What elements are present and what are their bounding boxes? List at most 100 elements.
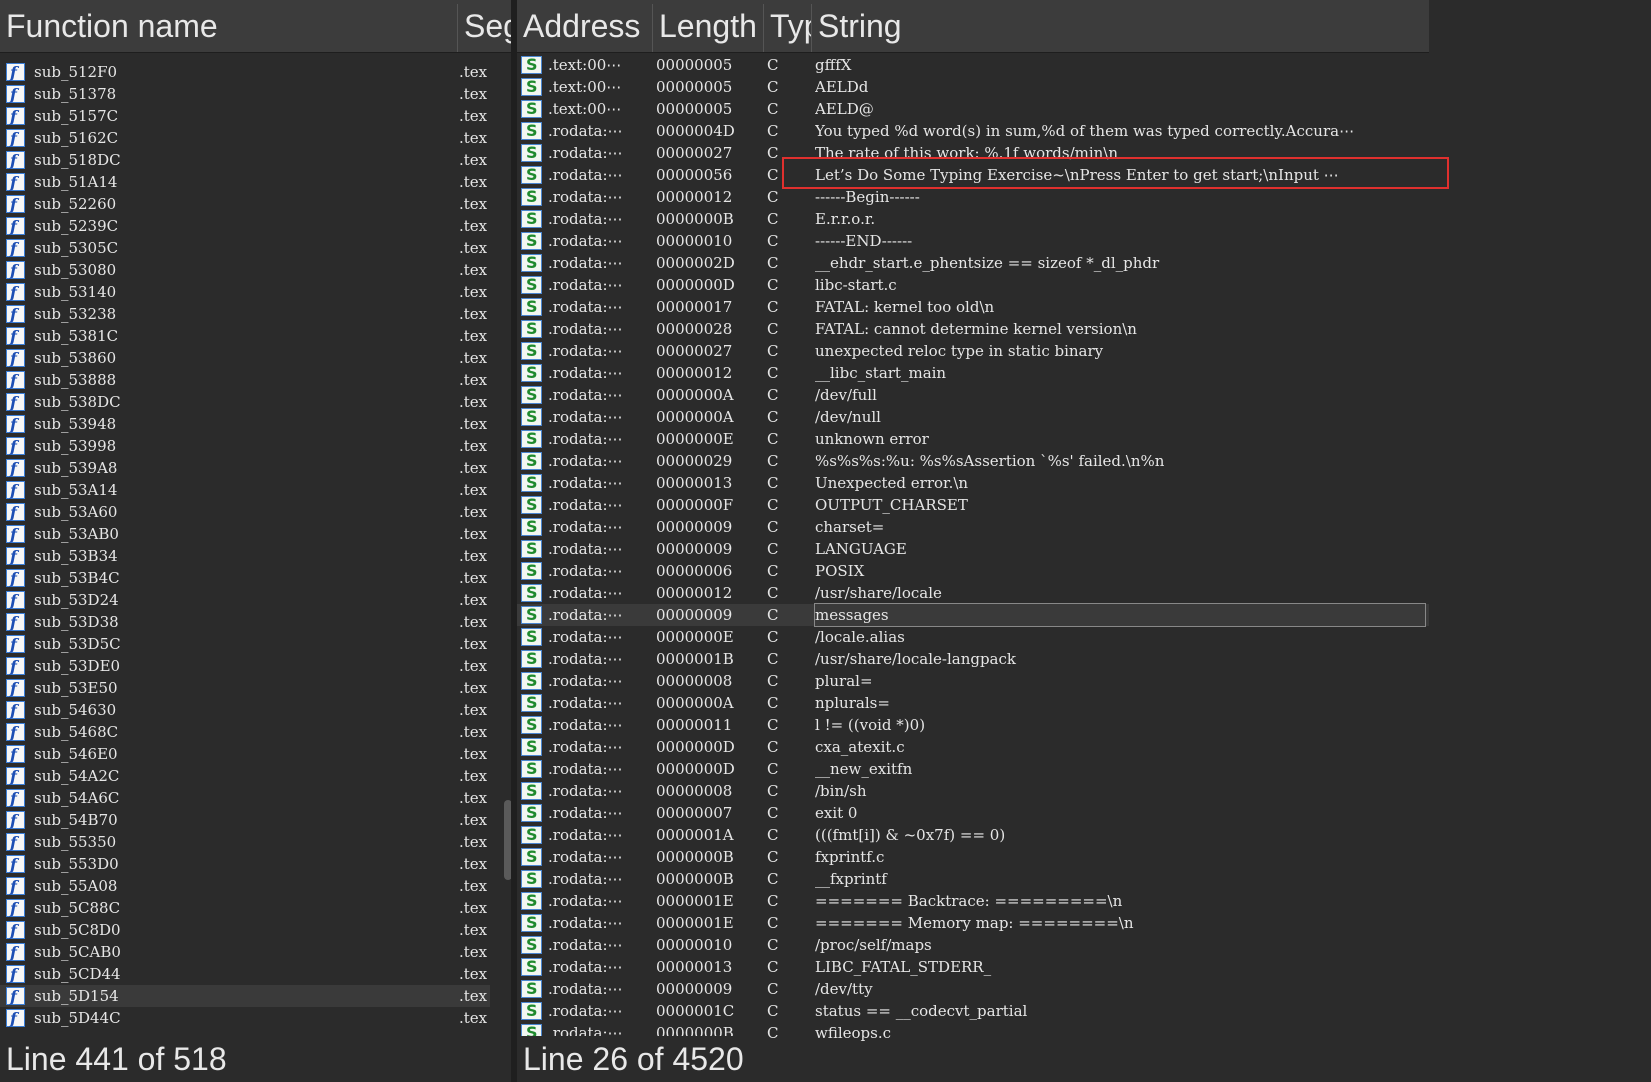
string-icon: S <box>521 121 542 140</box>
column-header-segment[interactable]: Seg <box>458 4 511 52</box>
string-row[interactable]: S .rodata:⋯ 00000029 C %s%s%s:%u: %s%sAssert… <box>517 450 1429 472</box>
string-row[interactable]: S .text:00⋯ 00000005 C AELDd <box>517 76 1429 98</box>
string-row[interactable]: S .rodata:⋯ 00000012 C __libc_start_main <box>517 362 1429 384</box>
function-row[interactable]: f sub_518DC .tex <box>0 149 490 171</box>
function-row[interactable]: f sub_54A6C .tex <box>0 787 490 809</box>
string-row[interactable]: S .rodata:⋯ 0000001E C ======= Memory map: =… <box>517 912 1429 934</box>
string-row[interactable]: S .rodata:⋯ 0000000E C/locale.alias <box>517 626 1429 648</box>
function-row[interactable]: f sub_53D5C .tex <box>0 633 490 655</box>
function-row[interactable]: f sub_53080 .tex <box>0 259 490 281</box>
function-row[interactable]: f sub_5C88C .tex <box>0 897 490 919</box>
function-row[interactable]: f sub_51A14 .tex <box>0 171 490 193</box>
function-row[interactable]: f sub_53860 .tex <box>0 347 490 369</box>
function-row[interactable]: f sub_53238 .tex <box>0 303 490 325</box>
function-row[interactable]: f sub_546E0 .tex <box>0 743 490 765</box>
string-row[interactable]: S .rodata:⋯ 0000004D C You typed %d word(s) … <box>517 120 1429 142</box>
function-row[interactable]: f sub_53888 .tex <box>0 369 490 391</box>
string-row[interactable]: S .rodata:⋯ 0000000A C/dev/null <box>517 406 1429 428</box>
string-row[interactable]: S .rodata:⋯ 0000000A Cnplurals= <box>517 692 1429 714</box>
function-row[interactable]: f sub_5305C .tex <box>0 237 490 259</box>
function-row[interactable]: f sub_5468C .tex <box>0 721 490 743</box>
string-row[interactable]: S .rodata:⋯ 0000000F C OUTPUT_CHARSET <box>517 494 1429 516</box>
string-row[interactable]: S .rodata:⋯ 0000000D Ccxa_atexit.c <box>517 736 1429 758</box>
function-row[interactable]: f sub_538DC .tex <box>0 391 490 413</box>
string-row[interactable]: S .rodata:⋯ 0000001C Cstatus == __codecvt_p… <box>517 1000 1429 1022</box>
string-row[interactable]: S .rodata:⋯ 00000010 C/proc/self/maps <box>517 934 1429 956</box>
function-row[interactable]: f sub_53E50 .tex <box>0 677 490 699</box>
column-header-string[interactable]: String <box>812 4 1429 52</box>
string-row[interactable]: S .rodata:⋯ 00000009 Ccharset= <box>517 516 1429 538</box>
function-row[interactable]: f sub_53998 .tex <box>0 435 490 457</box>
string-row[interactable]: S .rodata:⋯ 00000011 Cl != ((void *)0) <box>517 714 1429 736</box>
function-row[interactable]: f sub_5381C .tex <box>0 325 490 347</box>
function-row[interactable]: f sub_5239C .tex <box>0 215 490 237</box>
string-row[interactable]: S .rodata:⋯ 00000012 C ------Begin------ <box>517 186 1429 208</box>
string-type: C <box>767 650 779 668</box>
string-row[interactable]: S .rodata:⋯ 0000002D C __ehdr_start.e_phents… <box>517 252 1429 274</box>
function-row[interactable]: f sub_55350 .tex <box>0 831 490 853</box>
string-row[interactable]: S .rodata:⋯ 0000000A C/dev/full <box>517 384 1429 406</box>
string-row[interactable]: S .rodata:⋯ 0000000B C E.r.r.o.r. <box>517 208 1429 230</box>
column-header-type[interactable]: Typ <box>764 4 812 52</box>
string-row[interactable]: S .rodata:⋯ 0000000D C __new_exitfn <box>517 758 1429 780</box>
function-row[interactable]: f sub_53D38 .tex <box>0 611 490 633</box>
string-row[interactable]: S .text:00⋯ 00000005 C AELD@ <box>517 98 1429 120</box>
string-row[interactable]: S .rodata:⋯ 00000010 C ------END------ <box>517 230 1429 252</box>
function-row[interactable]: f sub_53B34 .tex <box>0 545 490 567</box>
string-row[interactable]: S .rodata:⋯ 00000008 Cplural= <box>517 670 1429 692</box>
string-row[interactable]: S .rodata:⋯ 00000007 Cexit 0 <box>517 802 1429 824</box>
function-row[interactable]: f sub_55A08 .tex <box>0 875 490 897</box>
string-length: 00000012 <box>656 188 733 206</box>
function-row[interactable]: f sub_53B4C .tex <box>0 567 490 589</box>
function-row[interactable]: f sub_53140 .tex <box>0 281 490 303</box>
function-row[interactable]: f sub_5CD44 .tex <box>0 963 490 985</box>
function-icon: f <box>6 745 25 764</box>
function-row[interactable]: f sub_539A8 .tex <box>0 457 490 479</box>
string-row[interactable]: S .rodata:⋯ 00000017 C FATAL: kernel too old… <box>517 296 1429 318</box>
functions-vertical-scrollbar[interactable] <box>504 800 511 880</box>
string-row[interactable]: S .rodata:⋯ 0000000E Cunknown error <box>517 428 1429 450</box>
column-header-address[interactable]: Address <box>517 4 653 52</box>
function-row[interactable]: f sub_5162C .tex <box>0 127 490 149</box>
function-row[interactable]: f sub_53AB0 .tex <box>0 523 490 545</box>
string-row[interactable]: S .rodata:⋯ 0000000D Clibc-start.c <box>517 274 1429 296</box>
function-row[interactable]: f sub_54A2C .tex <box>0 765 490 787</box>
function-row[interactable]: f sub_53D24 .tex <box>0 589 490 611</box>
function-row[interactable]: f sub_54B70 .tex <box>0 809 490 831</box>
function-row[interactable]: f sub_53A60 .tex <box>0 501 490 523</box>
function-row[interactable]: f sub_52260 .tex <box>0 193 490 215</box>
string-row[interactable]: S .rodata:⋯ 00000013 C Unexpected error.\n <box>517 472 1429 494</box>
function-row[interactable]: f sub_53DE0 .tex <box>0 655 490 677</box>
string-row[interactable]: S .rodata:⋯ 00000009 C LANGUAGE <box>517 538 1429 560</box>
function-row[interactable]: f sub_5CAB0 .tex <box>0 941 490 963</box>
string-row[interactable]: S .rodata:⋯ 00000009 C/dev/tty <box>517 978 1429 1000</box>
string-row[interactable]: S .rodata:⋯ 00000013 C LIBC_FATAL_STDERR_ <box>517 956 1429 978</box>
function-row[interactable]: f sub_5D154 .tex <box>0 985 490 1007</box>
string-row[interactable]: S .rodata:⋯ 00000012 C/usr/share/locale <box>517 582 1429 604</box>
function-row[interactable]: f sub_5157C .tex <box>0 105 490 127</box>
string-row[interactable]: S .rodata:⋯ 0000000B C __fxprintf <box>517 868 1429 890</box>
function-row[interactable]: f sub_512F0 .tex <box>0 61 490 83</box>
string-row[interactable]: S .rodata:⋯ 0000001B C/usr/share/locale-lan… <box>517 648 1429 670</box>
string-row[interactable]: S .rodata:⋯ 00000008 C/bin/sh <box>517 780 1429 802</box>
string-row[interactable]: S .rodata:⋯ 00000028 C FATAL: cannot determi… <box>517 318 1429 340</box>
function-row[interactable]: f sub_553D0 .tex <box>0 853 490 875</box>
function-row[interactable]: f sub_51378 .tex <box>0 83 490 105</box>
function-row[interactable]: f sub_5D44C .tex <box>0 1007 490 1029</box>
string-row[interactable]: S .rodata:⋯ 00000006 C POSIX <box>517 560 1429 582</box>
string-row[interactable]: S .rodata:⋯ 0000000B Cfxprintf.c <box>517 846 1429 868</box>
function-name: sub_53948 <box>34 415 117 433</box>
function-row[interactable]: f sub_54630 .tex <box>0 699 490 721</box>
function-row[interactable]: f sub_53948 .tex <box>0 413 490 435</box>
string-row[interactable]: S .rodata:⋯ 0000001A C (((fmt[i]) & ~0x7f) =… <box>517 824 1429 846</box>
string-row[interactable]: S .rodata:⋯ 0000001E C ======= Backtrace: ==… <box>517 890 1429 912</box>
column-header-function-name[interactable]: Function name <box>0 4 458 52</box>
string-row[interactable]: S .rodata:⋯ 00000027 Cunexpected reloc type… <box>517 340 1429 362</box>
string-row[interactable]: S .text:00⋯ 00000005 CgfffX <box>517 54 1429 76</box>
column-header-length[interactable]: Length <box>653 4 764 52</box>
string-type: C <box>767 56 779 74</box>
string-row[interactable]: S .rodata:⋯ 00000009 Cmessages <box>517 603 1429 627</box>
function-row[interactable]: f sub_53A14 .tex <box>0 479 490 501</box>
function-row[interactable]: f sub_5C8D0 .tex <box>0 919 490 941</box>
function-name: sub_546E0 <box>34 745 118 763</box>
